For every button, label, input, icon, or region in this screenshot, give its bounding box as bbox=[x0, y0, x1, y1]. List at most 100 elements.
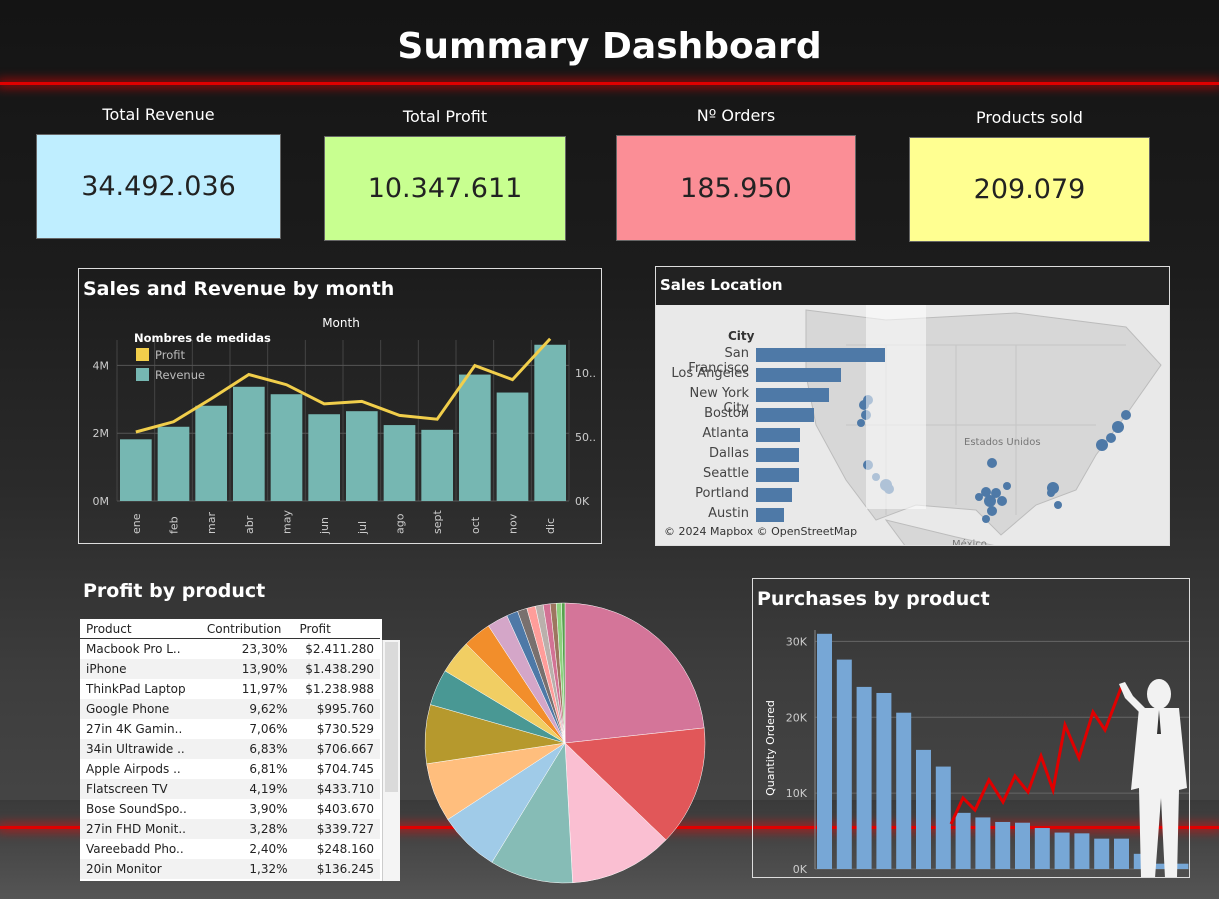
revenue-bar-abr[interactable] bbox=[233, 386, 265, 501]
purchase-bar[interactable] bbox=[836, 659, 852, 869]
monthly-chart-svg: 0M 2M 4M 0K 50.. 10.. ene feb mar abr may jun jul ago… bbox=[93, 316, 597, 535]
product-cell: Bose SoundSpo.. bbox=[86, 802, 187, 816]
revenue-bar-mar[interactable] bbox=[195, 405, 227, 501]
purchase-bar[interactable] bbox=[995, 821, 1011, 869]
city-bar[interactable] bbox=[756, 468, 799, 482]
city-label: Portland bbox=[695, 486, 749, 501]
table-row[interactable]: Flatscreen TV 4,19% $433.710 bbox=[80, 779, 380, 799]
product-cell: iPhone bbox=[80, 659, 201, 679]
profit-cell: $1.238.988 bbox=[305, 682, 374, 696]
profit-pie-chart bbox=[424, 602, 706, 884]
purchase-bar[interactable] bbox=[1015, 822, 1030, 869]
contribution-cell: 2,40% bbox=[249, 842, 288, 856]
map-attribution: © 2024 Mapbox © OpenStreetMap bbox=[664, 525, 858, 538]
left-tick-label: 0M bbox=[93, 495, 110, 508]
revenue-bar-feb[interactable] bbox=[157, 426, 190, 501]
revenue-bar-oct[interactable] bbox=[459, 374, 491, 501]
pie-slice[interactable] bbox=[564, 602, 705, 744]
month-tick-label: oct bbox=[469, 516, 482, 534]
purchase-bar[interactable] bbox=[1094, 838, 1110, 869]
contribution-cell: 3,90% bbox=[249, 802, 288, 816]
table-row[interactable]: Google Phone 9,62% $995.760 bbox=[80, 699, 380, 719]
city-axis-label: City bbox=[728, 329, 755, 343]
city-bar[interactable] bbox=[756, 428, 800, 442]
table-row[interactable]: Apple Airpods .. 6,81% $704.745 bbox=[80, 759, 380, 779]
purchases-tick-label: 0K bbox=[793, 863, 808, 876]
purchase-bar[interactable] bbox=[935, 766, 951, 869]
purchase-bar[interactable] bbox=[1074, 833, 1090, 869]
purchase-bar[interactable] bbox=[896, 712, 912, 869]
table-row[interactable]: 20in Monitor 1,32% $136.245 bbox=[80, 859, 380, 879]
profit-cell: $704.745 bbox=[316, 762, 374, 776]
purchase-bar[interactable] bbox=[955, 812, 971, 869]
city-bar[interactable] bbox=[756, 388, 829, 402]
month-tick-label: mar bbox=[205, 512, 218, 534]
table-row[interactable]: ThinkPad Laptop 11,97% $1.238.988 bbox=[80, 679, 380, 699]
purchase-bar[interactable] bbox=[975, 817, 991, 869]
col-contribution[interactable]: Contribution bbox=[200, 619, 294, 639]
city-bar[interactable] bbox=[756, 408, 814, 422]
red-glow-line-top bbox=[0, 82, 1219, 85]
city-label: Los Angeles bbox=[671, 366, 749, 381]
legend-label-revenue: Revenue bbox=[155, 368, 205, 382]
table-row[interactable]: iPhone 13,90% $1.438.290 bbox=[80, 659, 380, 679]
kpi-label-orders: Nº Orders bbox=[696, 106, 776, 125]
product-cell: Flatscreen TV bbox=[80, 779, 201, 799]
revenue-bar-may[interactable] bbox=[270, 394, 303, 501]
kpi-value-revenue[interactable]: 34.492.036 bbox=[36, 134, 281, 239]
purchase-bar[interactable] bbox=[1114, 838, 1129, 869]
purchase-bar[interactable] bbox=[1054, 832, 1070, 869]
month-tick-label: sept bbox=[431, 510, 444, 534]
month-tick-label: ago bbox=[394, 513, 407, 534]
profit-table-panel: Product Contribution Profit Macbook Pro … bbox=[80, 619, 382, 881]
right-tick-label: 50.. bbox=[575, 431, 596, 444]
product-cell: 27in FHD Monit.. bbox=[80, 819, 201, 839]
purchase-bar[interactable] bbox=[916, 749, 931, 869]
revenue-bar-sept[interactable] bbox=[421, 429, 453, 501]
profit-by-product-title: Profit by product bbox=[83, 580, 266, 602]
city-bar[interactable] bbox=[756, 448, 800, 462]
col-profit[interactable]: Profit bbox=[293, 619, 380, 639]
table-row[interactable]: Bose SoundSpo.. 3,90% $403.670 bbox=[80, 799, 380, 819]
map-label-usa: Estados Unidos bbox=[964, 437, 1041, 448]
purchase-bar[interactable] bbox=[817, 633, 832, 869]
profit-cell: $433.710 bbox=[293, 779, 380, 799]
kpi-value-orders[interactable]: 185.950 bbox=[616, 135, 856, 241]
city-bar[interactable] bbox=[756, 508, 785, 522]
month-tick-label: ene bbox=[130, 513, 143, 534]
product-cell: 27in 4K Gamin.. bbox=[86, 722, 183, 736]
table-scrollbar[interactable] bbox=[382, 640, 400, 881]
revenue-bar-ago[interactable] bbox=[383, 425, 416, 501]
monthly-legend-title: Nombres de medidas bbox=[134, 331, 271, 345]
table-row[interactable]: 27in FHD Monit.. 3,28% $339.727 bbox=[80, 819, 380, 839]
table-row[interactable]: 27in 4K Gamin.. 7,06% $730.529 bbox=[80, 719, 380, 739]
revenue-bar-ene[interactable] bbox=[120, 439, 152, 501]
table-row[interactable]: Vareebadd Pho.. 2,40% $248.160 bbox=[80, 839, 380, 859]
revenue-bar-jul[interactable] bbox=[346, 411, 378, 501]
contribution-cell: 9,62% bbox=[200, 699, 294, 719]
revenue-bar-jun[interactable] bbox=[308, 414, 340, 501]
city-bar[interactable] bbox=[756, 488, 793, 502]
table-row[interactable]: 34in Ultrawide .. 6,83% $706.667 bbox=[80, 739, 380, 759]
kpi-value-profit[interactable]: 10.347.611 bbox=[324, 136, 566, 241]
product-cell: 20in Monitor bbox=[80, 859, 201, 879]
kpi-value-products[interactable]: 209.079 bbox=[909, 137, 1150, 242]
scrollbar-thumb[interactable] bbox=[385, 642, 398, 792]
map-label-mexico: México bbox=[952, 538, 987, 546]
col-product[interactable]: Product bbox=[80, 619, 201, 639]
purchase-bar[interactable] bbox=[1034, 828, 1050, 869]
city-label: Atlanta bbox=[702, 426, 749, 441]
left-tick-label: 2M bbox=[93, 427, 110, 440]
profit-cell: $339.727 bbox=[293, 819, 380, 839]
purchase-bar[interactable] bbox=[876, 692, 892, 869]
purchases-ylabel: Quantity Ordered bbox=[764, 700, 777, 796]
table-row[interactable]: Macbook Pro L.. 23,30% $2.411.280 bbox=[80, 639, 380, 660]
kpi-label-products: Products sold bbox=[976, 108, 1083, 127]
profit-cell: $730.529 bbox=[316, 722, 374, 736]
city-bar[interactable] bbox=[756, 348, 885, 362]
profit-cell: $2.411.280 bbox=[305, 642, 374, 656]
city-bar[interactable] bbox=[756, 368, 842, 382]
purchase-bar[interactable] bbox=[856, 686, 872, 869]
revenue-bar-dic[interactable] bbox=[534, 344, 566, 501]
revenue-bar-nov[interactable] bbox=[496, 392, 529, 501]
